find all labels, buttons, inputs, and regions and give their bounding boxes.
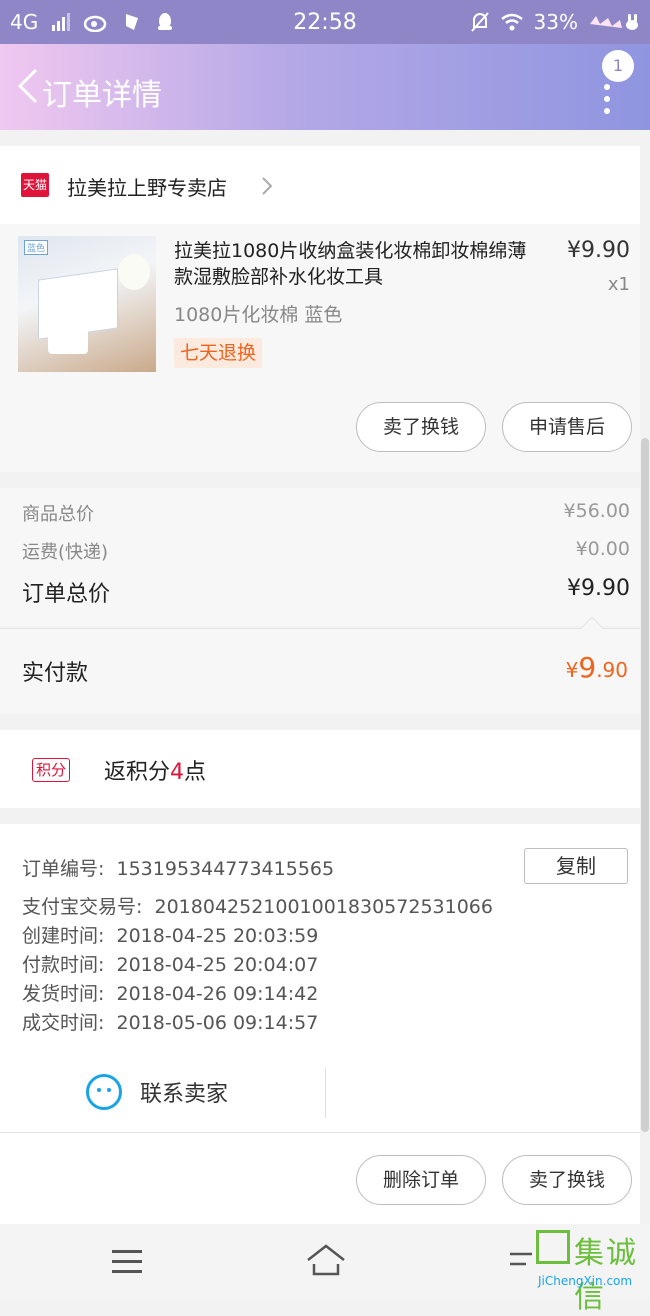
points-tag: 积分 — [32, 758, 71, 782]
cotton-pad-image — [48, 328, 88, 354]
more-vertical-icon[interactable] — [603, 84, 611, 120]
order-number-line: 订单编号: 153195344773415565 — [22, 854, 334, 881]
menu-icon[interactable] — [112, 1250, 142, 1280]
return-policy-badge: 七天退换 — [174, 338, 263, 368]
copy-order-number-button[interactable]: 复制 — [524, 848, 628, 884]
app-header: 订单详情 1 — [0, 44, 650, 130]
summary-row-shipping: 运费(快递) ¥0.00 — [22, 538, 630, 564]
info-label: 订单编号: — [22, 858, 105, 880]
status-bar: 4G 22:58 33% — [0, 0, 650, 44]
delete-order-button[interactable]: 删除订单 — [356, 1155, 486, 1205]
created-time-line: 创建时间: 2018-04-25 20:03:59 — [22, 921, 318, 948]
contact-seller-button[interactable]: 联系卖家 — [0, 1064, 326, 1120]
actual-payment-label: 实付款 — [22, 661, 89, 686]
watermark-logo — [536, 1230, 570, 1264]
order-actions-footer: 删除订单 卖了换钱 — [0, 1132, 640, 1224]
info-value: 2018-04-26 09:14:42 — [116, 983, 319, 1005]
info-label: 成交时间: — [22, 1012, 105, 1034]
info-value: 2018-05-06 09:14:57 — [116, 1012, 319, 1034]
info-label: 创建时间: — [22, 925, 105, 947]
summary-value: ¥9.90 — [567, 576, 630, 601]
points-row: 积分 返积分4点 — [0, 730, 640, 808]
info-label: 发货时间: — [22, 983, 105, 1005]
shop-name[interactable]: 拉美拉上野专卖店 — [67, 172, 227, 201]
product-thumbnail[interactable]: 蓝色 — [18, 236, 156, 372]
points-count: 4 — [170, 760, 185, 785]
wifi-icon — [500, 13, 523, 31]
status-right: 33% — [470, 10, 640, 34]
home-icon[interactable] — [304, 1242, 348, 1278]
message-badge[interactable]: 1 — [602, 50, 634, 82]
product-card[interactable]: 蓝色 拉美拉1080片收纳盒装化妆棉卸妆棉绵薄款湿敷脸部补水化妆工具 ¥9.90… — [0, 224, 640, 472]
summary-label: 商品总价 — [22, 504, 94, 525]
price-summary: 商品总价 ¥56.00 运费(快递) ¥0.00 订单总价 ¥9.90 — [0, 488, 640, 626]
payment-currency: ¥ — [565, 658, 579, 682]
info-value: 2018-04-25 20:03:59 — [116, 925, 319, 947]
contact-seller-label: 联系卖家 — [140, 1082, 229, 1107]
apply-after-sales-button[interactable]: 申请售后 — [502, 402, 632, 452]
divider — [325, 1068, 326, 1118]
payment-integer: 9 — [578, 651, 597, 684]
thumbnail-color-tag: 蓝色 — [24, 240, 49, 255]
product-spec: 1080片化妆棉 蓝色 — [174, 304, 343, 326]
summary-value: ¥0.00 — [575, 538, 630, 560]
summary-row-order-total: 订单总价 ¥9.90 — [22, 576, 630, 608]
info-value: 153195344773415565 — [116, 858, 335, 880]
chevron-left-icon[interactable] — [12, 66, 46, 106]
summary-value: ¥56.00 — [563, 500, 630, 522]
site-watermark: 集诚信 JiChengXin.com — [534, 1226, 650, 1315]
summary-label: 运费(快递) — [22, 542, 109, 563]
chevron-right-icon — [262, 177, 273, 195]
completed-time-line: 成交时间: 2018-05-06 09:14:57 — [22, 1008, 318, 1035]
order-info: 订单编号: 153195344773415565 复制 支付宝交易号: 2018… — [0, 824, 640, 1132]
shop-row[interactable]: 天猫 拉美拉上野专卖店 — [0, 146, 640, 224]
points-suffix: 点 — [184, 760, 207, 785]
alipay-trade-line: 支付宝交易号: 2018042521001001830572531066 — [22, 892, 493, 919]
page-title: 订单详情 — [42, 78, 162, 113]
product-quantity: x1 — [607, 274, 630, 295]
points-prefix: 返积分 — [104, 760, 171, 785]
back-arrow-icon[interactable] — [506, 1248, 536, 1270]
info-value: 2018042521001001830572531066 — [154, 896, 493, 918]
watermark-en: JiChengXin.com — [538, 1274, 633, 1288]
sell-for-cash-footer-button[interactable]: 卖了换钱 — [502, 1155, 632, 1205]
points-text: 返积分4点 — [104, 754, 206, 786]
sell-for-cash-button[interactable]: 卖了换钱 — [356, 402, 486, 452]
actual-payment: 实付款 ¥9.90 — [0, 616, 640, 714]
tmall-logo: 天猫 — [21, 173, 49, 197]
product-price: ¥9.90 — [567, 238, 630, 263]
info-label: 支付宝交易号: — [22, 896, 143, 918]
scrollbar[interactable] — [641, 438, 649, 1132]
actual-payment-value: ¥9.90 — [566, 651, 628, 684]
payment-decimal: .90 — [596, 658, 628, 682]
bunny-icon — [590, 14, 638, 30]
battery-percent: 33% — [533, 10, 578, 34]
mute-icon — [470, 12, 489, 32]
info-label: 付款时间: — [22, 954, 105, 976]
flower-decoration — [118, 254, 150, 290]
product-title[interactable]: 拉美拉1080片收纳盒装化妆棉卸妆棉绵薄款湿敷脸部补水化妆工具 — [174, 238, 544, 290]
summary-row-goods: 商品总价 ¥56.00 — [22, 500, 630, 526]
chat-bubble-icon — [86, 1074, 122, 1110]
shipped-time-line: 发货时间: 2018-04-26 09:14:42 — [22, 979, 318, 1006]
watermark-zh: 集诚信 — [574, 1236, 638, 1315]
summary-label: 订单总价 — [22, 582, 111, 607]
info-value: 2018-04-25 20:04:07 — [116, 954, 319, 976]
paid-time-line: 付款时间: 2018-04-25 20:04:07 — [22, 950, 318, 977]
